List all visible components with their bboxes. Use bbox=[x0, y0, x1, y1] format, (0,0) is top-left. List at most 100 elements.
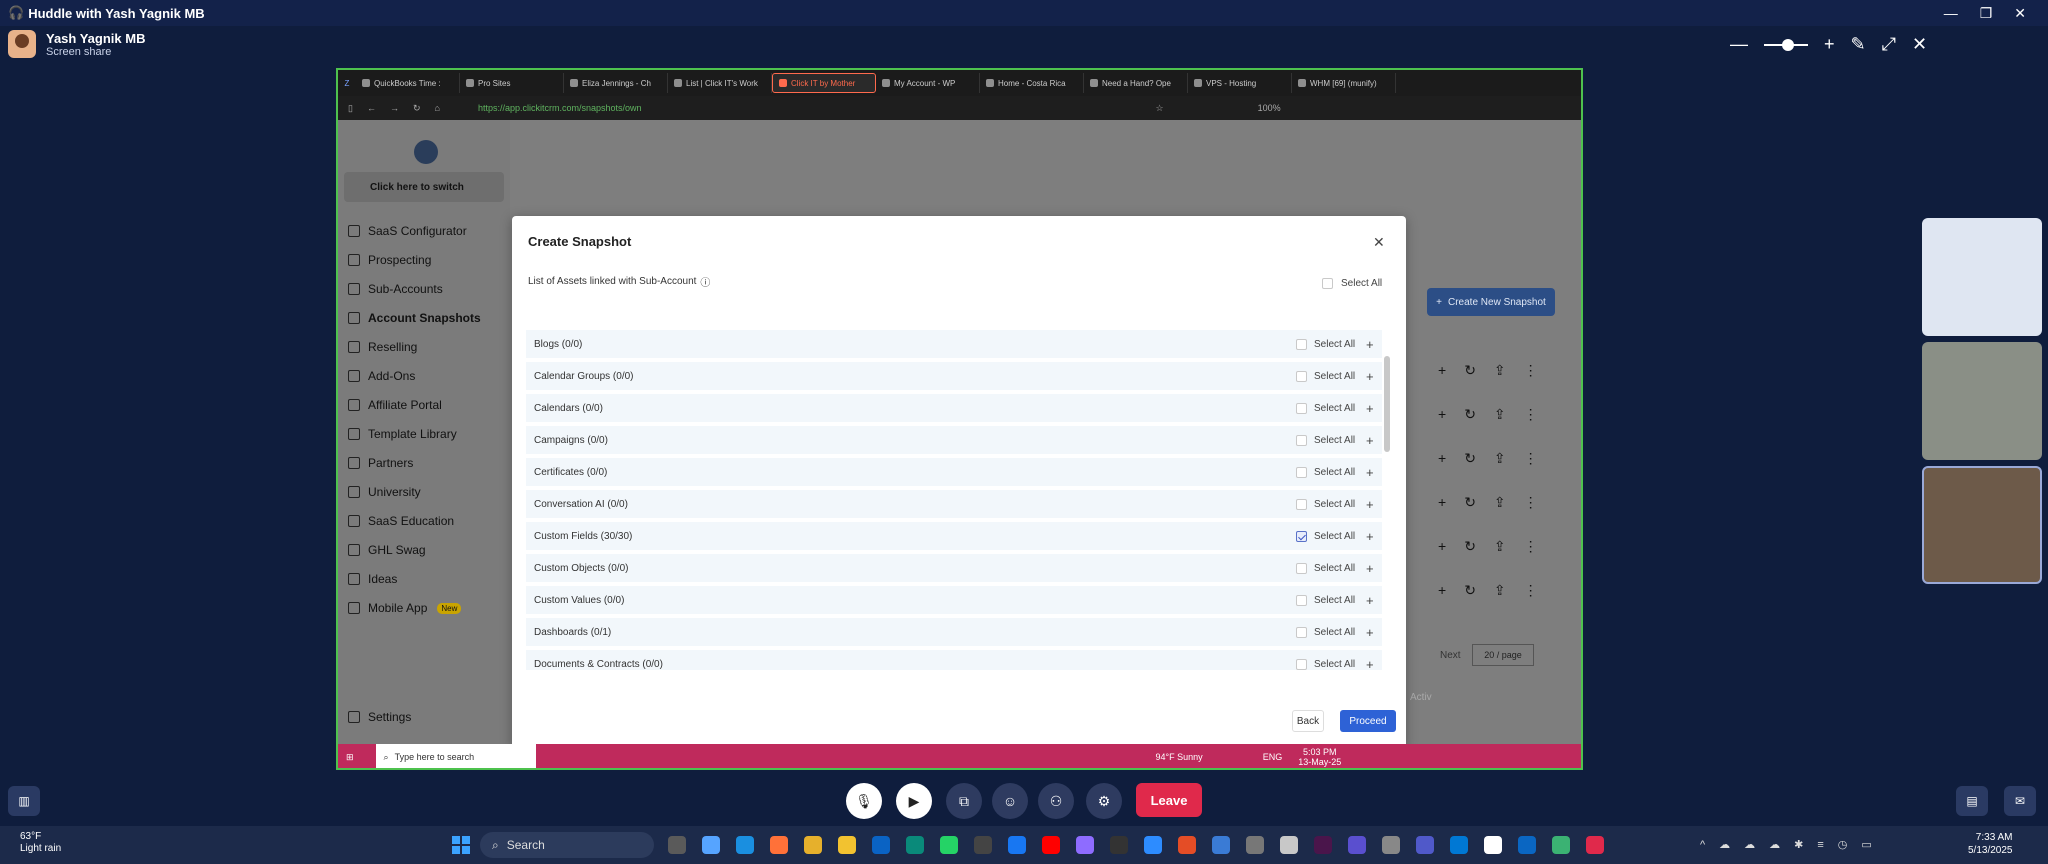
leave-button[interactable]: Leave bbox=[1136, 783, 1202, 817]
row-select-all[interactable]: Select All bbox=[1296, 466, 1355, 478]
sidebar-item-reselling[interactable]: Reselling bbox=[348, 336, 417, 358]
address-bar[interactable]: https://app.clickitcrm.com/snapshots/own bbox=[478, 103, 642, 113]
thread-icon[interactable]: ▤ bbox=[1956, 786, 1988, 816]
expand-plus-icon[interactable]: + bbox=[1366, 561, 1374, 576]
expand-plus-icon[interactable]: + bbox=[1366, 593, 1374, 608]
checkbox[interactable] bbox=[1296, 338, 1307, 350]
expand-plus-icon[interactable]: + bbox=[1366, 657, 1374, 671]
checkbox[interactable] bbox=[1296, 370, 1307, 382]
slack-icon[interactable] bbox=[1314, 836, 1332, 854]
linkedin-icon[interactable] bbox=[1518, 836, 1536, 854]
minimize-icon[interactable]: — bbox=[1944, 5, 1958, 21]
expand-plus-icon[interactable]: + bbox=[1366, 433, 1374, 448]
app-icon[interactable] bbox=[1552, 836, 1570, 854]
more-icon[interactable]: ⋮ bbox=[1524, 362, 1538, 379]
taskbar-clock[interactable]: 7:33 AM 5/13/2025 bbox=[1968, 831, 2013, 857]
refresh-icon[interactable]: ↻ bbox=[1464, 582, 1476, 599]
participant-thumbnail[interactable] bbox=[1922, 466, 2042, 584]
browser-tab[interactable]: Need a Hand? Ope bbox=[1084, 73, 1188, 93]
add-people-icon[interactable]: ⚇ bbox=[1038, 783, 1074, 819]
forward-icon[interactable]: → bbox=[390, 103, 399, 113]
zoom-level[interactable]: 100% bbox=[1258, 103, 1281, 113]
refresh-icon[interactable]: ↻ bbox=[1464, 538, 1476, 555]
refresh-icon[interactable]: ↻ bbox=[1464, 362, 1476, 379]
create-new-snapshot-button[interactable]: + Create New Snapshot bbox=[1427, 288, 1555, 316]
select-all-global[interactable]: Select All bbox=[1322, 278, 1382, 289]
sidebar-item-mobile-app[interactable]: Mobile App New bbox=[348, 597, 462, 619]
stats-icon[interactable]: ▥ bbox=[8, 786, 40, 816]
teams-icon[interactable] bbox=[1416, 836, 1434, 854]
home-icon[interactable]: ⌂ bbox=[435, 103, 440, 113]
row-select-all[interactable]: Select All bbox=[1296, 370, 1355, 382]
close-share-icon[interactable]: ✕ bbox=[1912, 34, 1927, 55]
file-explorer-icon[interactable] bbox=[838, 836, 856, 854]
sidebar-item-ideas[interactable]: Ideas bbox=[348, 568, 397, 590]
sidebar-item-saas-education[interactable]: SaaS Education bbox=[348, 510, 454, 532]
row-select-all[interactable]: Select All bbox=[1296, 434, 1355, 446]
copilot-icon[interactable] bbox=[702, 836, 720, 854]
app-icon[interactable] bbox=[1178, 836, 1196, 854]
share-icon[interactable]: ⇪ bbox=[1494, 362, 1506, 379]
restore-icon[interactable]: ❐ bbox=[1980, 5, 1993, 22]
proceed-button[interactable]: Proceed bbox=[1340, 710, 1396, 732]
checkbox[interactable] bbox=[1296, 594, 1307, 606]
expand-plus-icon[interactable]: + bbox=[1366, 529, 1374, 544]
close-icon[interactable]: ✕ bbox=[1373, 234, 1385, 251]
browser-tab[interactable]: WHM [69] (munify) bbox=[1292, 73, 1396, 93]
checkbox-checked[interactable] bbox=[1296, 530, 1307, 542]
outlook-icon[interactable] bbox=[872, 836, 890, 854]
sidebar-item-saas-configurator[interactable]: SaaS Configurator bbox=[348, 220, 467, 242]
browser-tab[interactable]: Pro Sites bbox=[460, 73, 564, 93]
back-button[interactable]: Back bbox=[1292, 710, 1324, 732]
more-icon[interactable]: ⋮ bbox=[1524, 450, 1538, 467]
account-switcher[interactable]: Click here to switch bbox=[344, 172, 504, 202]
expand-plus-icon[interactable]: + bbox=[1366, 401, 1374, 416]
expand-plus-icon[interactable]: + bbox=[1366, 337, 1374, 352]
reload-icon[interactable]: ↻ bbox=[413, 103, 421, 114]
windows-start-icon[interactable] bbox=[452, 836, 470, 854]
sidebar-item-ghl-swag[interactable]: GHL Swag bbox=[348, 539, 426, 561]
share-icon[interactable]: ⇪ bbox=[1494, 494, 1506, 511]
fullscreen-icon[interactable]: ⤢ bbox=[1882, 34, 1896, 55]
firefox-icon[interactable] bbox=[770, 836, 788, 854]
checkbox[interactable] bbox=[1296, 562, 1307, 574]
checkbox[interactable] bbox=[1296, 466, 1307, 478]
zoom-icon[interactable] bbox=[1144, 836, 1162, 854]
windows-start-icon[interactable]: ⊞ bbox=[346, 752, 354, 763]
more-icon[interactable]: ⋮ bbox=[1524, 406, 1538, 423]
app-icon[interactable] bbox=[1484, 836, 1502, 854]
row-select-all[interactable]: Select All bbox=[1296, 626, 1355, 638]
app-icon[interactable] bbox=[974, 836, 992, 854]
row-select-all[interactable]: Select All bbox=[1296, 338, 1355, 350]
sidebar-item-template-library[interactable]: Template Library bbox=[348, 423, 457, 445]
sidebar-item-prospecting[interactable]: Prospecting bbox=[348, 249, 431, 271]
expand-plus-icon[interactable]: + bbox=[1366, 369, 1374, 384]
checkbox[interactable] bbox=[1296, 626, 1307, 638]
youtube-icon[interactable] bbox=[1042, 836, 1060, 854]
chrome-icon[interactable] bbox=[804, 836, 822, 854]
app-icon[interactable] bbox=[1348, 836, 1366, 854]
plus-icon[interactable]: + bbox=[1438, 538, 1446, 555]
expand-plus-icon[interactable]: + bbox=[1366, 497, 1374, 512]
pagination-next[interactable]: Next bbox=[1440, 650, 1461, 661]
browser-tab-active[interactable]: Click IT by Mother bbox=[772, 73, 876, 93]
scrollbar-thumb[interactable] bbox=[1384, 356, 1390, 452]
video-icon[interactable]: ▶ bbox=[896, 783, 932, 819]
browser-tab[interactable]: QuickBooks Time : bbox=[356, 73, 460, 93]
plus-icon[interactable]: + bbox=[1438, 494, 1446, 511]
edge-icon[interactable] bbox=[736, 836, 754, 854]
share-icon[interactable]: ⇪ bbox=[1494, 450, 1506, 467]
weather-widget[interactable]: 63°F Light rain bbox=[20, 831, 61, 855]
plus-icon[interactable]: + bbox=[1438, 582, 1446, 599]
row-select-all[interactable]: Select All bbox=[1296, 658, 1355, 670]
share-icon[interactable]: ⇪ bbox=[1494, 582, 1506, 599]
checkbox[interactable] bbox=[1296, 498, 1307, 510]
refresh-icon[interactable]: ↻ bbox=[1464, 406, 1476, 423]
settings-icon[interactable] bbox=[1382, 836, 1400, 854]
sidebar-item-university[interactable]: University bbox=[348, 481, 421, 503]
zoom-out-icon[interactable]: — bbox=[1730, 34, 1748, 55]
refresh-icon[interactable]: ↻ bbox=[1464, 450, 1476, 467]
row-select-all[interactable]: Select All bbox=[1296, 498, 1355, 510]
zoom-slider[interactable] bbox=[1764, 38, 1808, 51]
plus-icon[interactable]: + bbox=[1438, 450, 1446, 467]
